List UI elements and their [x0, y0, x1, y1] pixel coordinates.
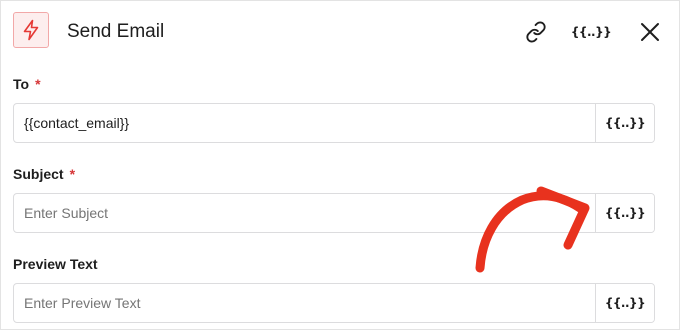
subject-label-text: Subject — [13, 166, 64, 182]
variables-icon: {{..}} — [604, 296, 646, 310]
lightning-bolt-icon — [23, 19, 39, 41]
to-label-text: To — [13, 76, 30, 92]
to-label: To * — [13, 75, 41, 93]
preview-text-input[interactable] — [14, 284, 595, 322]
preview-text-variables-button[interactable]: {{..}} — [595, 284, 654, 322]
panel-title: Send Email — [67, 21, 165, 42]
preview-text-label: Preview Text — [13, 255, 98, 273]
action-icon-box — [13, 12, 49, 48]
subject-variables-button[interactable]: {{..}} — [595, 194, 654, 232]
required-asterisk: * — [35, 76, 41, 92]
panel-header: Send Email {{..}} — [0, 0, 680, 64]
link-button[interactable] — [522, 18, 550, 46]
variables-button[interactable]: {{..}} — [571, 18, 612, 46]
close-icon — [641, 23, 659, 41]
subject-label: Subject * — [13, 165, 75, 183]
required-asterisk: * — [69, 166, 76, 182]
variables-icon: {{..}} — [604, 116, 646, 130]
preview-text-label-text: Preview Text — [13, 256, 98, 272]
variables-icon: {{..}} — [604, 206, 646, 220]
link-icon — [526, 21, 546, 43]
variables-icon: {{..}} — [570, 25, 612, 39]
preview-text-field: {{..}} — [13, 283, 655, 323]
subject-field: {{..}} — [13, 193, 655, 233]
to-variables-button[interactable]: {{..}} — [595, 104, 654, 142]
close-button[interactable] — [636, 18, 664, 46]
subject-input[interactable] — [14, 194, 595, 232]
to-field: {{..}} — [13, 103, 655, 143]
to-input[interactable] — [14, 104, 595, 142]
